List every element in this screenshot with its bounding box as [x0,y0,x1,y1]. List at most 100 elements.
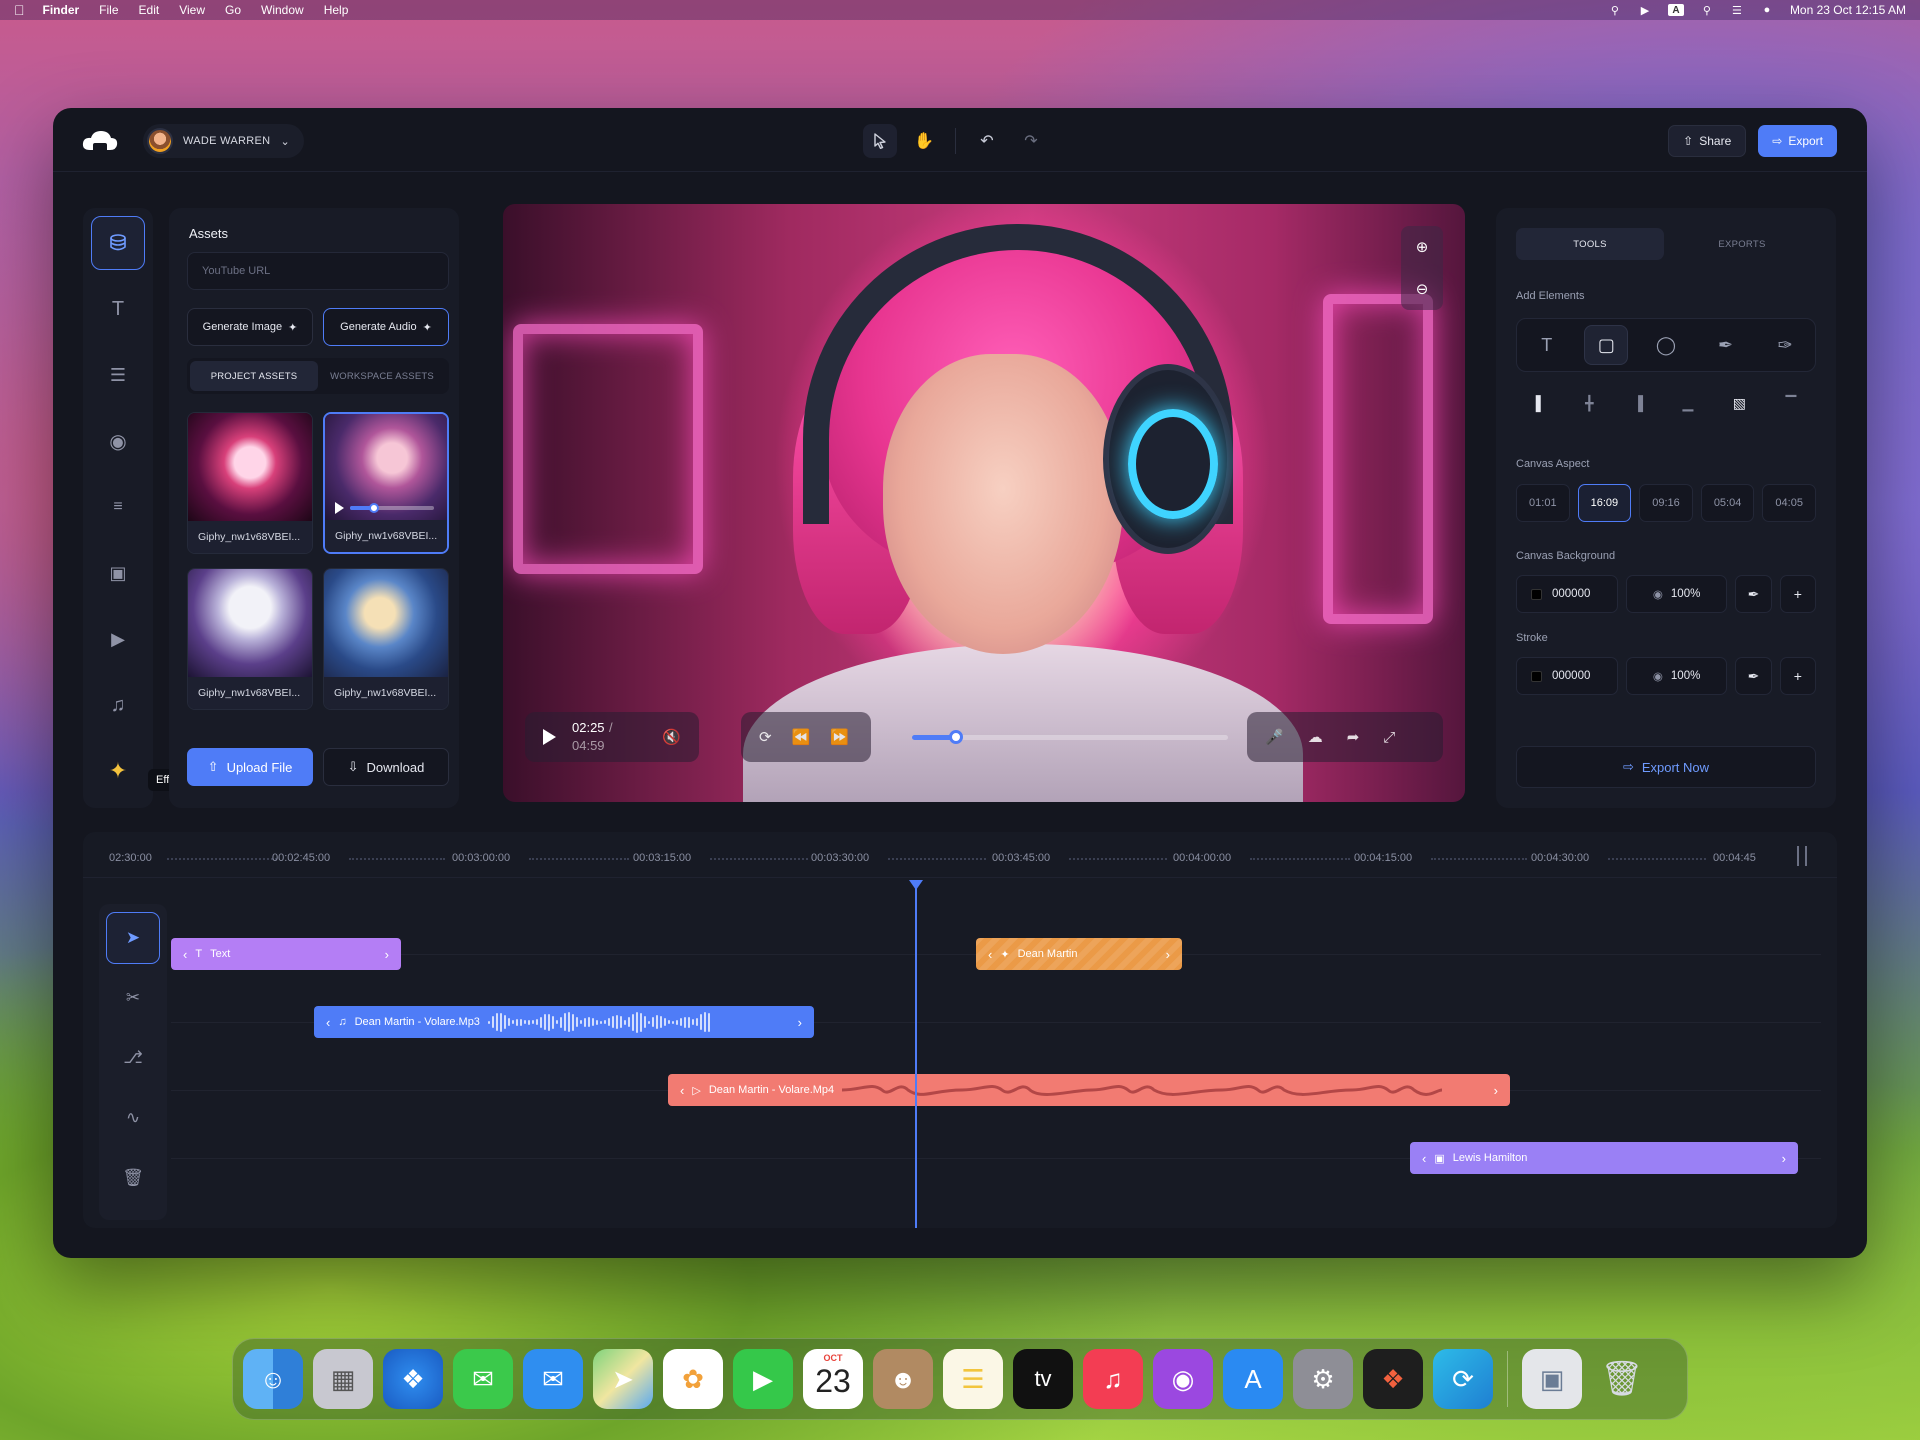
rail-item-text[interactable]: T [91,282,145,336]
download-button[interactable]: ⇩ Download [323,748,449,786]
timeline-clip-video[interactable]: ‹ ▷ Dean Martin - Volare.Mp4 › [668,1074,1510,1106]
rail-item-music[interactable]: ♫ [91,678,145,732]
add-pen-button[interactable]: ✒ [1704,325,1748,365]
siri-icon[interactable]: ● [1760,4,1774,16]
youtube-url-input[interactable] [187,252,449,290]
fullscreen-icon[interactable]: ⤢ [1383,729,1395,746]
generate-image-button[interactable]: Generate Image ✦ [187,308,313,346]
timeline-end-handle[interactable] [1797,846,1807,866]
timeline-wave-tool[interactable]: ∿ [106,1092,160,1144]
dock-preview-window[interactable]: ▣ [1522,1349,1582,1409]
export-button[interactable]: ⇨ Export [1758,125,1837,157]
dock-trash[interactable]: 🗑 [1592,1349,1652,1409]
tab-project-assets[interactable]: PROJECT ASSETS [190,361,318,391]
dock-finder[interactable]: ☺ [243,1349,303,1409]
asset-thumb[interactable]: Giphy_nw1v68VBEI... [323,568,449,710]
dock-launchpad[interactable]: ▦ [313,1349,373,1409]
redo-button[interactable]: ↷ [1014,124,1048,158]
dock-contacts[interactable]: ☻ [873,1349,933,1409]
mini-progress-track[interactable] [350,503,434,513]
add-background-button[interactable]: + [1779,575,1816,613]
rail-item-video[interactable]: ▶ [91,612,145,666]
timeline-delete-tool[interactable]: 🗑 [106,1152,160,1204]
chevron-left-icon[interactable]: ‹ [326,1015,330,1030]
dock-photos[interactable]: ✿ [663,1349,723,1409]
rail-item-image[interactable]: ▣ [91,546,145,600]
aspect-option-selected[interactable]: 16:09 [1577,484,1632,522]
play-icon[interactable] [543,729,556,745]
menu-edit[interactable]: Edit [139,3,160,17]
play-icon[interactable] [335,502,344,514]
dock-music[interactable]: ♫ [1083,1349,1143,1409]
asset-thumb[interactable]: Giphy_nw1v68VBEI... [187,412,313,554]
timeline-clip-audio[interactable]: ‹ ♫ Dean Martin - Volare.Mp3 › [314,1006,814,1038]
timeline-select-tool[interactable]: ➤ [106,912,160,964]
dock-messages[interactable]: ✉ [453,1349,513,1409]
share-button[interactable]: ⇧ Share [1668,125,1747,157]
align-bottom-icon[interactable]: ▁ [1682,395,1693,412]
fast-forward-icon[interactable]: ⏩ [830,728,849,746]
control-center-icon[interactable]: ☰ [1730,4,1744,17]
dock-calendar[interactable]: OCT 23 [803,1349,863,1409]
dock-system-settings[interactable]: ⚙ [1293,1349,1353,1409]
dock-notes[interactable]: ☰ [943,1349,1003,1409]
aspect-option[interactable]: 09:16 [1639,484,1693,522]
aspect-option[interactable]: 05:04 [1700,484,1755,522]
stroke-color-field[interactable]: 000000 [1516,657,1618,695]
menu-app-name[interactable]: Finder [43,3,80,17]
undo-button[interactable]: ↶ [970,124,1004,158]
dock-podcasts[interactable]: ◉ [1153,1349,1213,1409]
stroke-opacity-field[interactable]: ◉ 100% [1625,657,1728,695]
align-left-icon[interactable]: ▌ [1536,395,1546,411]
chevron-right-icon[interactable]: › [385,947,389,962]
timeline-cut-tool[interactable]: ✂ [106,972,160,1024]
timeline-branch-tool[interactable]: ⎇ [106,1032,160,1084]
asset-thumb-selected[interactable]: Giphy_nw1v68VBEI... [323,412,449,554]
tab-workspace-assets[interactable]: WORKSPACE ASSETS [318,361,446,391]
menubar-clock[interactable]: Mon 23 Oct 12:15 AM [1790,3,1906,17]
keyboard-input-icon[interactable]: A [1667,4,1684,16]
playhead[interactable] [915,886,917,1228]
dock-safari[interactable]: ❖ [383,1349,443,1409]
dock-facetime[interactable]: ▶ [733,1349,793,1409]
zoom-in-icon[interactable]: ⊕ [1416,238,1429,256]
dock-tv[interactable]: tv [1013,1349,1073,1409]
aspect-option[interactable]: 04:05 [1762,484,1816,522]
align-center-icon[interactable]: ╋ [1585,395,1593,412]
align-top-icon[interactable]: ▔ [1785,395,1796,412]
chevron-left-icon[interactable]: ‹ [1422,1151,1426,1166]
dock-edge[interactable]: ⟳ [1433,1349,1493,1409]
align-right-icon[interactable]: ▐ [1633,395,1643,411]
chevron-right-icon[interactable]: › [1782,1151,1786,1166]
video-preview[interactable]: ⊕ ⊖ 02:25 / 04:59 🔇 ⟳ ⏪ ⏩ 🎤 ☁ ➦ ⤢ [503,204,1465,802]
add-brush-button[interactable]: ✑ [1763,325,1807,365]
mini-progress-knob[interactable] [368,503,379,513]
add-stroke-button[interactable]: + [1779,657,1816,695]
menu-file[interactable]: File [99,3,118,17]
select-tool-button[interactable] [863,124,897,158]
aspect-option[interactable]: 01:01 [1516,484,1570,522]
chevron-left-icon[interactable]: ‹ [183,947,187,962]
apple-icon[interactable]:  [14,2,25,18]
loop-icon[interactable]: ⟳ [759,728,772,746]
tab-tools[interactable]: TOOLS [1516,228,1664,260]
add-circle-button[interactable]: ◯ [1644,325,1688,365]
user-menu[interactable]: WADE WARREN ⌄ [143,124,304,158]
dock-app-store[interactable]: A [1223,1349,1283,1409]
play-menubar-icon[interactable]: ▶ [1638,4,1652,17]
mute-icon[interactable]: 🔇 [662,728,681,746]
rewind-icon[interactable]: ⏪ [792,728,811,746]
spotlight-icon[interactable]: ⚲ [1700,4,1714,17]
rail-item-assets[interactable] [91,216,145,270]
figma-menubar-icon[interactable]: ⚲ [1608,4,1622,17]
rail-item-list[interactable]: ☰ [91,348,145,402]
rail-item-record[interactable]: ◉ [91,414,145,468]
tab-exports[interactable]: EXPORTS [1668,228,1816,260]
dock-maps[interactable]: ➤ [593,1349,653,1409]
chevron-right-icon[interactable]: › [798,1015,802,1030]
dock-figma[interactable]: ❖ [1363,1349,1423,1409]
background-color-field[interactable]: 000000 [1516,575,1618,613]
rail-item-effects[interactable]: ✦ [91,744,145,798]
menu-help[interactable]: Help [324,3,349,17]
add-text-button[interactable]: T [1525,325,1569,365]
